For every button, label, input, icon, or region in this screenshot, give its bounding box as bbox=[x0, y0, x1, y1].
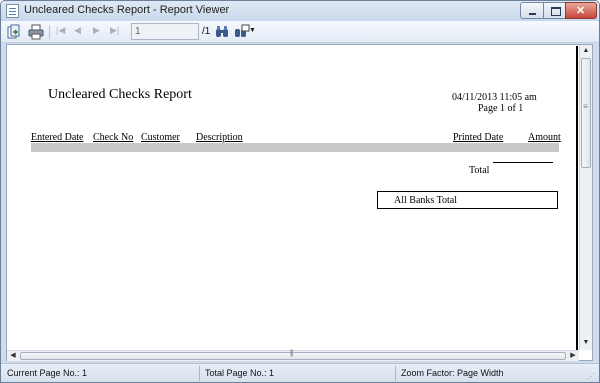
page-edge bbox=[576, 46, 578, 351]
horizontal-scrollbar[interactable]: ◀ ▶ bbox=[7, 350, 579, 361]
next-page-icon[interactable]: ▶ bbox=[93, 25, 100, 36]
vertical-scrollbar[interactable]: ▲ ▼ bbox=[579, 45, 592, 350]
column-header-amount: Amount bbox=[528, 132, 561, 143]
toolbar-separator bbox=[49, 25, 50, 39]
status-bar: Current Page No.: 1 Total Page No.: 1 Zo… bbox=[1, 363, 599, 382]
find-icon[interactable] bbox=[214, 24, 230, 40]
column-header-entered-date: Entered Date bbox=[31, 132, 84, 143]
close-button[interactable] bbox=[565, 2, 597, 19]
first-page-icon[interactable]: |◀ bbox=[56, 25, 65, 36]
previous-page-icon[interactable]: ◀ bbox=[74, 25, 81, 36]
column-header-check-no: Check No bbox=[93, 132, 134, 143]
total-underline bbox=[493, 162, 553, 163]
current-page-status: Current Page No.: 1 bbox=[7, 368, 88, 378]
print-icon[interactable] bbox=[28, 24, 44, 40]
zoom-factor-status: Zoom Factor: Page Width bbox=[401, 368, 504, 378]
zoom-icon[interactable] bbox=[234, 24, 250, 40]
report-date-time: 04/11/2013 11:05 am bbox=[452, 92, 537, 103]
export-icon[interactable] bbox=[6, 24, 22, 40]
header-band bbox=[31, 143, 559, 152]
title-bar[interactable]: Uncleared Checks Report - Report Viewer bbox=[1, 1, 599, 21]
chevron-down-icon[interactable]: ▼ bbox=[249, 27, 256, 34]
report-page: Uncleared Checks Report 04/11/2013 11:05… bbox=[8, 46, 576, 351]
status-separator bbox=[199, 366, 200, 381]
scroll-left-icon[interactable]: ◀ bbox=[7, 351, 19, 361]
report-page-info: Page 1 of 1 bbox=[478, 103, 524, 114]
status-separator bbox=[395, 366, 396, 381]
report-viewer-area: Uncleared Checks Report 04/11/2013 11:05… bbox=[6, 44, 593, 361]
total-page-status: Total Page No.: 1 bbox=[205, 368, 275, 378]
column-header-printed-date: Printed Date bbox=[453, 132, 504, 143]
column-header-description: Description bbox=[196, 132, 243, 143]
column-header-customer: Customer bbox=[141, 132, 180, 143]
vertical-scroll-thumb[interactable] bbox=[581, 58, 591, 168]
report-title: Uncleared Checks Report bbox=[48, 87, 192, 102]
all-banks-total-box: All Banks Total bbox=[377, 191, 558, 209]
toolbar: |◀ ◀ ▶ ▶| /1 ▼ bbox=[1, 21, 599, 43]
all-banks-total-label: All Banks Total bbox=[394, 195, 458, 206]
last-page-icon[interactable]: ▶| bbox=[110, 25, 119, 36]
scroll-up-icon[interactable]: ▲ bbox=[580, 45, 592, 57]
minimize-button[interactable] bbox=[520, 2, 544, 19]
maximize-button[interactable] bbox=[543, 2, 566, 19]
report-viewer-window: Uncleared Checks Report - Report Viewer … bbox=[0, 0, 600, 383]
resize-grip-icon[interactable]: ⋰ bbox=[587, 372, 595, 381]
document-icon bbox=[6, 4, 19, 18]
page-number-input[interactable] bbox=[131, 23, 199, 40]
page-total: /1 bbox=[202, 26, 211, 37]
scroll-down-icon[interactable]: ▼ bbox=[580, 337, 592, 349]
scroll-right-icon[interactable]: ▶ bbox=[567, 351, 579, 361]
total-label: Total bbox=[469, 165, 490, 176]
horizontal-scroll-thumb[interactable] bbox=[20, 350, 566, 360]
window-title: Uncleared Checks Report - Report Viewer bbox=[24, 4, 230, 16]
